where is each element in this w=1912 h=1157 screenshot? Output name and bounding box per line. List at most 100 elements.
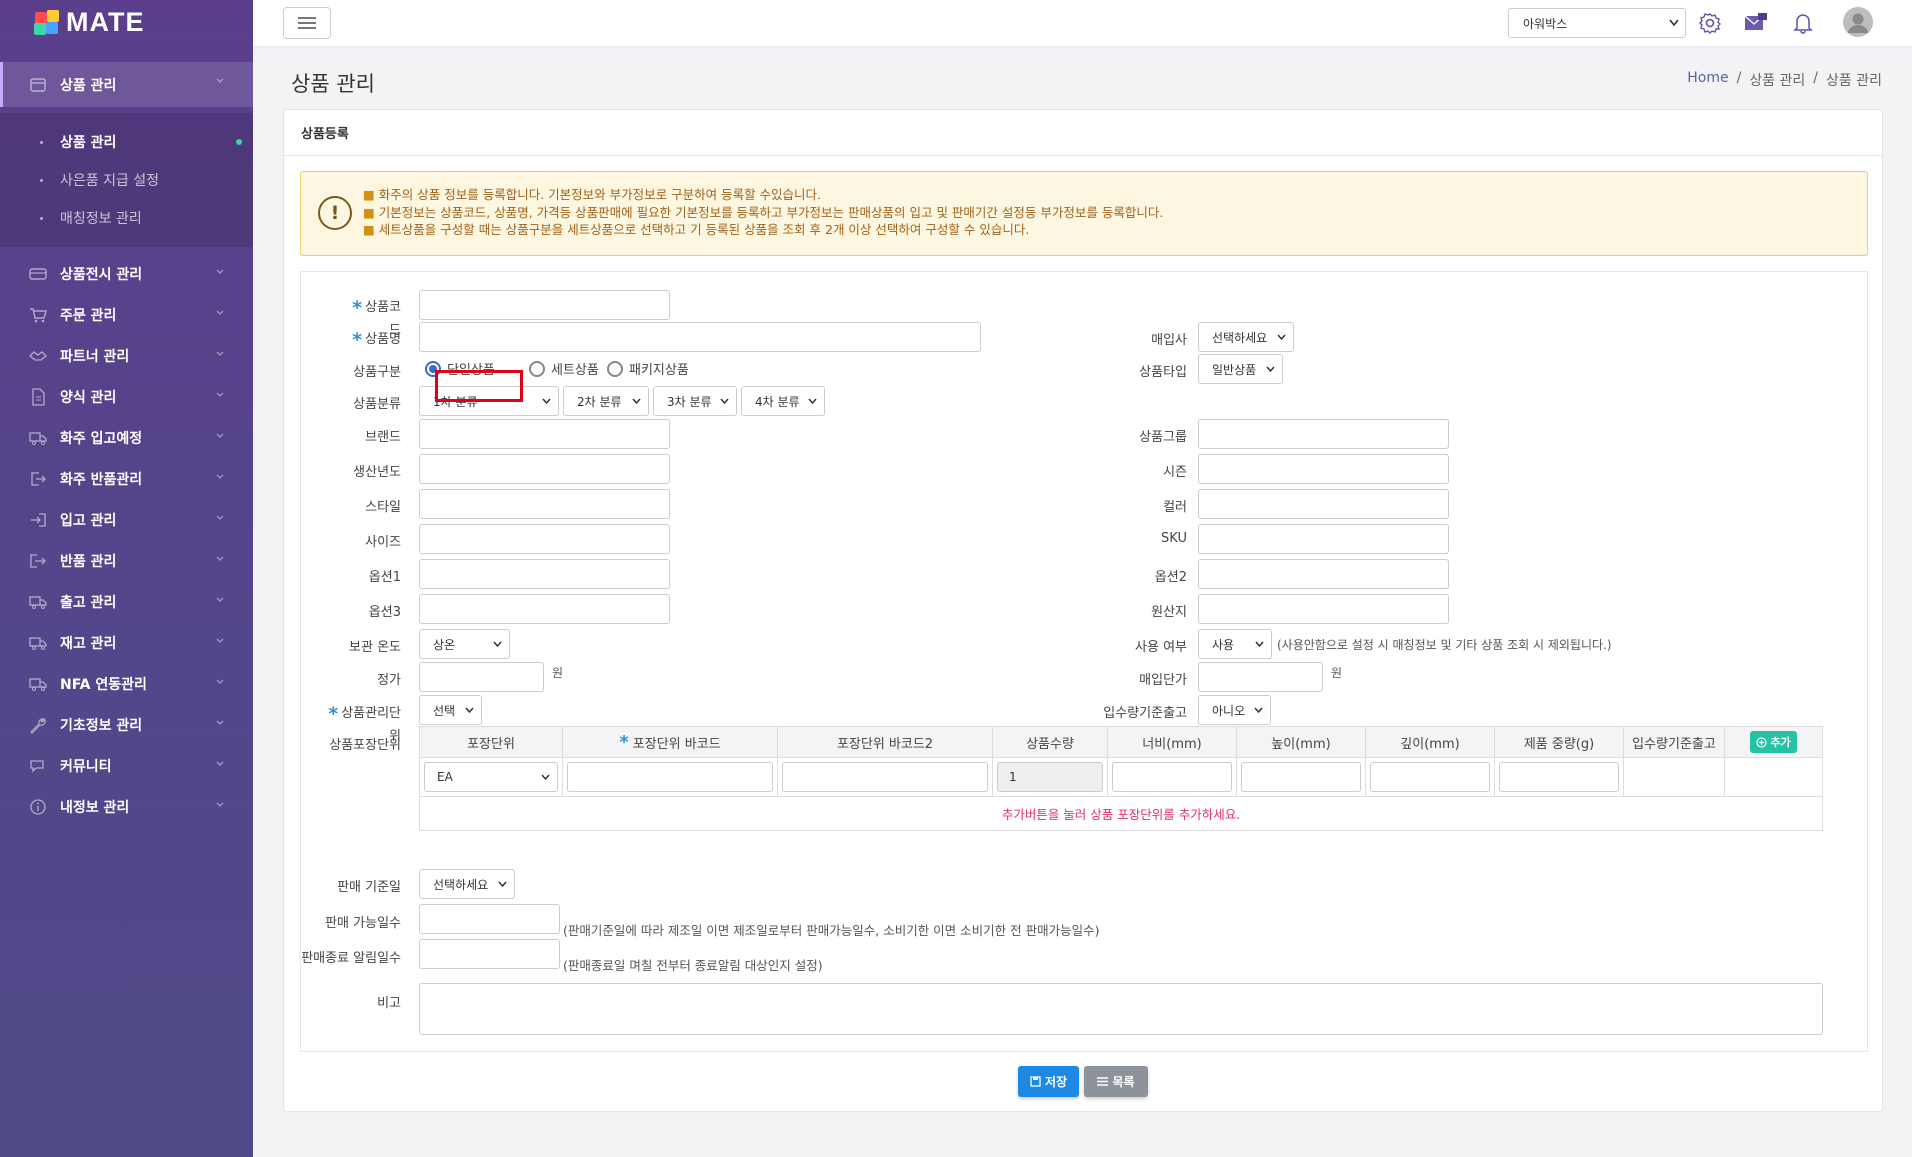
color-input[interactable] xyxy=(1198,489,1449,519)
save-button[interactable]: 저장 xyxy=(1018,1066,1079,1097)
storage-label: 보관 온도 xyxy=(349,640,401,655)
class-select-3[interactable]: 3차 분류 xyxy=(653,386,737,416)
season-input[interactable] xyxy=(1198,454,1449,484)
buyer-label: 매입사 xyxy=(1151,333,1187,348)
avatar[interactable] xyxy=(1843,7,1873,37)
product-type-select[interactable]: 일반상품 xyxy=(1198,354,1283,384)
group-input[interactable] xyxy=(1198,419,1449,449)
chevron-down-icon xyxy=(542,398,551,405)
buy-price-unit: 원 xyxy=(1331,666,1343,680)
table-header: 상품수량 xyxy=(993,727,1108,757)
sidebar-item-nfa[interactable]: NFA 연동관리 xyxy=(0,663,253,704)
product-code-input[interactable] xyxy=(419,290,670,320)
package-barcode-input[interactable] xyxy=(567,762,773,792)
table-header: 포장단위 xyxy=(420,727,563,757)
message-box-icon[interactable] xyxy=(1744,11,1768,35)
storage-select[interactable]: 상온 xyxy=(419,629,510,659)
sidebar-item-label: 주문 관리 xyxy=(60,307,117,324)
radio-package-product[interactable]: 패키지상품 xyxy=(607,359,689,378)
sidebar-item-my-info[interactable]: 내정보 관리 xyxy=(0,786,253,827)
menu-toggle-button[interactable] xyxy=(283,7,331,39)
chevron-down-icon xyxy=(1277,334,1286,341)
buy-price-input[interactable] xyxy=(1198,662,1323,692)
class-select-2[interactable]: 2차 분류 xyxy=(563,386,649,416)
option2-label: 옵션2 xyxy=(1154,570,1187,585)
submenu-label: 상품 관리 xyxy=(60,135,117,151)
bell-icon[interactable] xyxy=(1791,11,1815,35)
radio-label: 세트상품 xyxy=(551,363,599,378)
table-cell xyxy=(778,758,993,796)
table-cell xyxy=(1495,758,1624,796)
radio-set-product[interactable]: 세트상품 xyxy=(529,359,599,378)
logo[interactable]: MATE xyxy=(0,0,253,45)
chevron-down-icon xyxy=(541,774,550,781)
size-input[interactable] xyxy=(419,524,670,554)
product-name-input[interactable] xyxy=(419,322,981,352)
use-value: 사용 xyxy=(1212,637,1235,652)
price-input[interactable] xyxy=(419,662,544,692)
class-select-4[interactable]: 4차 분류 xyxy=(741,386,825,416)
product-register-card: 상품등록 ! 화주의 상품 정보를 등록합니다. 기본정보와 부가정보로 구분하… xyxy=(283,109,1883,1112)
breadcrumb-home[interactable]: Home xyxy=(1687,70,1728,90)
sidebar-item-inventory[interactable]: 재고 관리 xyxy=(0,622,253,663)
package-barcode2-input[interactable] xyxy=(782,762,988,792)
table-header: * 포장단위 바코드 xyxy=(563,727,778,757)
sidebar-item-partners[interactable]: 파트너 관리 xyxy=(0,335,253,376)
sale-days-input[interactable] xyxy=(419,904,560,934)
sale-base-select[interactable]: 선택하세요 xyxy=(419,869,515,899)
chevron-down-icon xyxy=(216,802,224,807)
weight-input[interactable] xyxy=(1499,762,1619,792)
list-button[interactable]: 목록 xyxy=(1084,1066,1148,1097)
option2-input[interactable] xyxy=(1198,559,1449,589)
submenu-item-matching-info[interactable]: 매칭정보 관리 xyxy=(0,199,253,237)
year-input[interactable] xyxy=(419,454,670,484)
sidebar-item-community[interactable]: 커뮤니티 xyxy=(0,745,253,786)
sidebar-item-base-info[interactable]: 기초정보 관리 xyxy=(0,704,253,745)
option3-input[interactable] xyxy=(419,594,670,624)
chevron-down-icon xyxy=(1255,641,1264,648)
package-label: 상품포장단위 xyxy=(329,738,401,753)
color-label: 컬러 xyxy=(1163,500,1187,515)
height-input[interactable] xyxy=(1241,762,1361,792)
gear-icon[interactable] xyxy=(1698,11,1722,35)
sale-days-label: 판매 가능일수 xyxy=(325,916,401,931)
sidebar-item-forms[interactable]: 양식 관리 xyxy=(0,376,253,417)
add-package-button[interactable]: 추가 xyxy=(1750,731,1797,753)
sidebar-item-returns[interactable]: 반품 관리 xyxy=(0,540,253,581)
sidebar-item-orders[interactable]: 주문 관리 xyxy=(0,294,253,335)
company-select[interactable]: 아워박스 xyxy=(1508,8,1686,38)
option3-label: 옵션3 xyxy=(368,605,401,620)
chevron-down-icon xyxy=(498,881,507,888)
notice-box: ! 화주의 상품 정보를 등록합니다. 기본정보와 부가정보로 구분하여 등록할… xyxy=(300,171,1868,256)
sidebar-item-shipper-returns[interactable]: 화주 반품관리 xyxy=(0,458,253,499)
style-input[interactable] xyxy=(419,489,670,519)
sidebar-item-shipper-inbound[interactable]: 화주 입고예정 xyxy=(0,417,253,458)
option1-input[interactable] xyxy=(419,559,670,589)
package-unit-select[interactable]: EA xyxy=(424,762,558,792)
remark-textarea[interactable] xyxy=(419,983,1823,1035)
chevron-down-icon xyxy=(216,638,224,643)
width-input[interactable] xyxy=(1112,762,1232,792)
sidebar-item-inbound[interactable]: 입고 관리 xyxy=(0,499,253,540)
use-select[interactable]: 사용 xyxy=(1198,629,1272,659)
inbound-basis-select[interactable]: 아니오 xyxy=(1198,695,1271,725)
submenu-item-product-management[interactable]: 상품 관리 xyxy=(0,123,253,161)
submenu-item-gift-settings[interactable]: 사은품 지급 설정 xyxy=(0,161,253,199)
buyer-select[interactable]: 선택하세요 xyxy=(1198,322,1294,352)
chevron-down-icon xyxy=(216,433,224,438)
logo-text: MATE xyxy=(66,7,145,37)
origin-input[interactable] xyxy=(1198,594,1449,624)
depth-input[interactable] xyxy=(1370,762,1490,792)
group-label: 상품그룹 xyxy=(1139,430,1187,445)
sidebar-item-display[interactable]: 상품전시 관리 xyxy=(0,253,253,294)
manage-unit-select[interactable]: 선택 xyxy=(419,695,482,725)
brand-input[interactable] xyxy=(419,419,670,449)
sale-end-input[interactable] xyxy=(419,939,560,969)
sidebar-item-product-management[interactable]: 상품 관리 xyxy=(0,62,253,107)
sku-input[interactable] xyxy=(1198,524,1449,554)
remark-label: 비고 xyxy=(377,996,401,1011)
truck-icon xyxy=(28,593,48,611)
chevron-down-icon xyxy=(808,398,817,405)
sidebar-item-outbound[interactable]: 출고 관리 xyxy=(0,581,253,622)
breadcrumb-item[interactable]: 상품 관리 xyxy=(1749,70,1805,90)
